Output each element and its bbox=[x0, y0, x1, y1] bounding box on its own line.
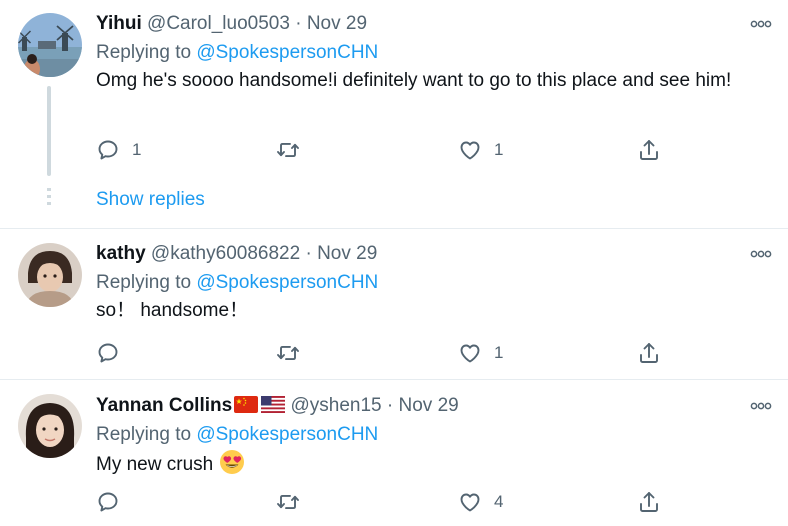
like-button[interactable]: 1 bbox=[458, 339, 503, 367]
reply-button[interactable] bbox=[96, 488, 120, 516]
tweet-2[interactable]: kathy @kathy60086822 · Nov 29 Replying t… bbox=[0, 229, 788, 379]
share-icon bbox=[637, 341, 661, 365]
share-button[interactable] bbox=[637, 136, 661, 164]
share-button[interactable] bbox=[637, 339, 661, 367]
replying-to-line: Replying to @SpokespersonCHN bbox=[96, 269, 768, 297]
display-name[interactable]: Yannan Collins bbox=[96, 395, 232, 416]
action-bar: 4 bbox=[96, 488, 696, 516]
tweet-header: kathy @kathy60086822 · Nov 29 bbox=[96, 242, 768, 266]
china-flag-icon bbox=[234, 396, 259, 413]
like-button[interactable]: 1 bbox=[458, 136, 503, 164]
display-name[interactable]: Yihui bbox=[96, 13, 142, 34]
retweet-button[interactable] bbox=[276, 136, 300, 164]
tweet-text: Omg he's soooo handsome!i definitely wan… bbox=[96, 70, 732, 91]
replying-to-line: Replying to @SpokespersonCHN bbox=[96, 421, 768, 449]
separator: · bbox=[295, 13, 302, 34]
like-count: 1 bbox=[494, 140, 504, 159]
reply-button[interactable] bbox=[96, 339, 120, 367]
thread-line bbox=[47, 86, 51, 176]
retweet-icon bbox=[276, 490, 300, 514]
retweet-button[interactable] bbox=[276, 339, 300, 367]
handle[interactable]: @kathy60086822 bbox=[151, 243, 300, 264]
share-icon bbox=[637, 490, 661, 514]
heart-icon bbox=[458, 138, 482, 162]
avatar[interactable] bbox=[18, 243, 82, 307]
heart-eyes-emoji-icon bbox=[220, 450, 245, 474]
timestamp[interactable]: Nov 29 bbox=[317, 243, 377, 264]
tweet-text-line: My new crush bbox=[96, 449, 768, 479]
share-icon bbox=[637, 138, 661, 162]
retweet-icon bbox=[276, 341, 300, 365]
separator: · bbox=[305, 243, 312, 264]
avatar[interactable] bbox=[18, 13, 82, 77]
heart-icon bbox=[458, 490, 482, 514]
mention-link[interactable]: @SpokespersonCHN bbox=[196, 272, 378, 293]
reply-count: 1 bbox=[132, 140, 142, 159]
action-bar: 1 bbox=[96, 339, 696, 367]
tweet-header: Yannan Collins @yshen15 · Nov 29 bbox=[96, 394, 768, 418]
reply-icon bbox=[96, 138, 120, 162]
timestamp[interactable]: Nov 29 bbox=[307, 13, 367, 34]
mention-link[interactable]: @SpokespersonCHN bbox=[196, 42, 378, 63]
avatar[interactable] bbox=[18, 394, 82, 458]
like-count: 1 bbox=[494, 343, 504, 362]
retweet-button[interactable] bbox=[276, 488, 300, 516]
tweet-header: Yihui @Carol_luo0503 · Nov 29 bbox=[96, 12, 768, 36]
timestamp[interactable]: Nov 29 bbox=[399, 395, 459, 416]
replying-to-line: Replying to @SpokespersonCHN bbox=[96, 39, 768, 67]
display-name[interactable]: kathy bbox=[96, 243, 146, 264]
mention-link[interactable]: @SpokespersonCHN bbox=[196, 424, 378, 445]
action-bar: 1 1 bbox=[96, 136, 696, 164]
replying-prefix: Replying to bbox=[96, 272, 192, 293]
replying-prefix: Replying to bbox=[96, 42, 192, 63]
usa-flag-icon bbox=[261, 396, 286, 413]
retweet-icon bbox=[276, 138, 300, 162]
heart-icon bbox=[458, 341, 482, 365]
tweet-text: My new crush bbox=[96, 454, 214, 475]
replying-prefix: Replying to bbox=[96, 424, 192, 445]
show-replies-link[interactable]: Show replies bbox=[96, 188, 205, 212]
reply-icon bbox=[96, 490, 120, 514]
like-button[interactable]: 4 bbox=[458, 488, 503, 516]
reply-button[interactable]: 1 bbox=[96, 136, 141, 164]
like-count: 4 bbox=[494, 492, 504, 511]
thread-dots bbox=[47, 188, 51, 212]
handle[interactable]: @Carol_luo0503 bbox=[147, 13, 290, 34]
tweet-text: so！ handsome！ bbox=[96, 300, 249, 321]
separator: · bbox=[386, 395, 394, 416]
reply-icon bbox=[96, 341, 120, 365]
tweet-3[interactable]: Yannan Collins @yshen15 · Nov 29 Replyin… bbox=[0, 380, 788, 526]
share-button[interactable] bbox=[637, 488, 661, 516]
tweet-1[interactable]: Yihui @Carol_luo0503 · Nov 29 Replying t… bbox=[0, 0, 788, 228]
handle[interactable]: @yshen15 bbox=[290, 395, 381, 416]
